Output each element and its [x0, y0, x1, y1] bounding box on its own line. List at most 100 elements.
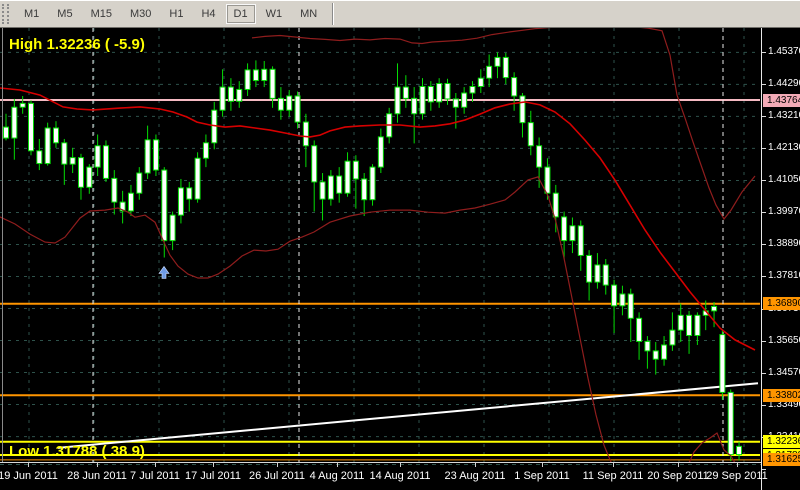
candle-body	[603, 265, 608, 285]
candle-body	[528, 123, 533, 146]
date-axis-tick	[542, 463, 543, 467]
candle-body	[128, 193, 133, 211]
timeframe-button-m5[interactable]: M5	[49, 4, 80, 24]
date-label: 11 Sep 2011	[583, 470, 644, 482]
candle-body	[728, 392, 733, 454]
candle-body	[553, 193, 558, 217]
date-label: 29 Sep 2011	[706, 470, 768, 482]
candle-body	[637, 318, 642, 341]
low-annotation: Low 1.31788 ( 38.9)	[9, 443, 145, 460]
candle-body	[45, 128, 50, 164]
candle-body	[245, 70, 250, 90]
date-label: 14 Aug 2011	[370, 470, 431, 482]
candle-body	[712, 306, 717, 310]
candle-body	[578, 226, 583, 256]
candle-body	[653, 351, 658, 359]
candle-body	[20, 103, 25, 107]
candle-body	[487, 66, 492, 78]
price-axis-label: 1.44290	[768, 78, 800, 89]
toolbar-separator	[332, 3, 334, 25]
date-axis-tick	[400, 463, 401, 467]
candle-body	[53, 128, 58, 143]
timeframe-button-m15[interactable]: M15	[83, 4, 120, 24]
timeframe-button-d1[interactable]: D1	[226, 4, 256, 24]
chart-plot-area[interactable]	[0, 28, 761, 462]
candle-body	[287, 96, 292, 110]
candle-body	[395, 87, 400, 114]
candle-body	[112, 178, 117, 202]
price-chart-canvas[interactable]	[0, 28, 761, 462]
candle-body	[587, 255, 592, 282]
candle-body	[87, 167, 92, 187]
candle-body	[420, 86, 425, 113]
timeframe-button-h4[interactable]: H4	[193, 4, 223, 24]
date-axis-tick	[277, 463, 278, 467]
candle-body	[137, 173, 142, 193]
window-left-edge	[2, 28, 3, 490]
candle-body	[678, 315, 683, 330]
candle-body	[95, 146, 100, 167]
mt4-chart-window: M1M5M15M30H1H4D1W1MN High 1.32236 ( -5.9…	[0, 0, 800, 490]
price-axis-tick	[762, 212, 766, 213]
candle-body	[362, 179, 367, 200]
candle-body	[295, 96, 300, 122]
candle-body	[145, 140, 150, 173]
date-axis-tick	[475, 463, 476, 467]
candle-body	[595, 265, 600, 282]
timeframe-button-h1[interactable]: H1	[161, 4, 191, 24]
date-axis[interactable]: 19 Jun 201128 Jun 20117 Jul 201117 Jul 2…	[0, 463, 761, 490]
date-label: 23 Aug 2011	[445, 470, 506, 482]
date-axis-tick	[613, 463, 614, 467]
candle-body	[437, 84, 442, 102]
date-label: 26 Jul 2011	[249, 470, 305, 482]
timeframe-button-m30[interactable]: M30	[122, 4, 159, 24]
candle-body	[12, 107, 17, 138]
candle-body	[278, 98, 283, 110]
candle-body	[545, 167, 550, 193]
candle-body	[403, 87, 408, 98]
timeframe-button-mn[interactable]: MN	[292, 4, 325, 24]
timeframe-toolbar: M1M5M15M30H1H4D1W1MN	[0, 0, 800, 28]
date-label: 20 Sep 2011	[647, 470, 709, 482]
date-label: 7 Jul 2011	[130, 470, 180, 482]
candle-body	[353, 161, 358, 179]
candle-body	[262, 69, 267, 80]
price-axis-tick	[762, 341, 766, 342]
date-axis-tick	[155, 463, 156, 467]
date-label: 4 Aug 2011	[310, 470, 365, 482]
price-axis-label: 1.41050	[768, 174, 800, 185]
candle-body	[187, 188, 192, 199]
candle-body	[520, 96, 525, 123]
trendline	[58, 383, 758, 448]
date-label: 17 Jul 2011	[185, 470, 241, 482]
candle-body	[228, 87, 233, 101]
candle-body	[620, 294, 625, 306]
price-badge-1.31625: 1.31625	[763, 453, 800, 466]
timeframe-button-w1[interactable]: W1	[258, 4, 291, 24]
candle-body	[378, 137, 383, 167]
candle-body	[445, 84, 450, 99]
candle-body	[303, 122, 308, 146]
date-label: 28 Jun 2011	[67, 470, 127, 482]
timeframe-button-m1[interactable]: M1	[16, 4, 47, 24]
price-axis-tick	[762, 148, 766, 149]
candle-body	[237, 89, 242, 101]
candle-body	[512, 78, 517, 96]
price-badge-1.43764: 1.43764	[763, 94, 800, 107]
candle-body	[70, 158, 75, 165]
candle-body	[28, 103, 33, 150]
toolbar-drag-handle-icon[interactable]	[2, 4, 9, 24]
candle-body	[195, 158, 200, 199]
price-axis-tick	[762, 469, 766, 470]
candle-body	[178, 188, 183, 215]
bollinger-middle-band	[0, 88, 755, 350]
candle-body	[162, 170, 167, 241]
price-axis-label: 1.34570	[768, 367, 800, 378]
price-axis[interactable]: 1.453701.442901.432101.421301.410501.399…	[761, 28, 800, 490]
price-axis-tick	[762, 180, 766, 181]
date-axis-tick	[678, 463, 679, 467]
timeframe-buttons: M1M5M15M30H1H4D1W1MN	[15, 3, 340, 25]
price-badge-1.33802: 1.33802	[763, 389, 800, 402]
price-axis-tick	[762, 244, 766, 245]
candle-body	[328, 176, 333, 199]
